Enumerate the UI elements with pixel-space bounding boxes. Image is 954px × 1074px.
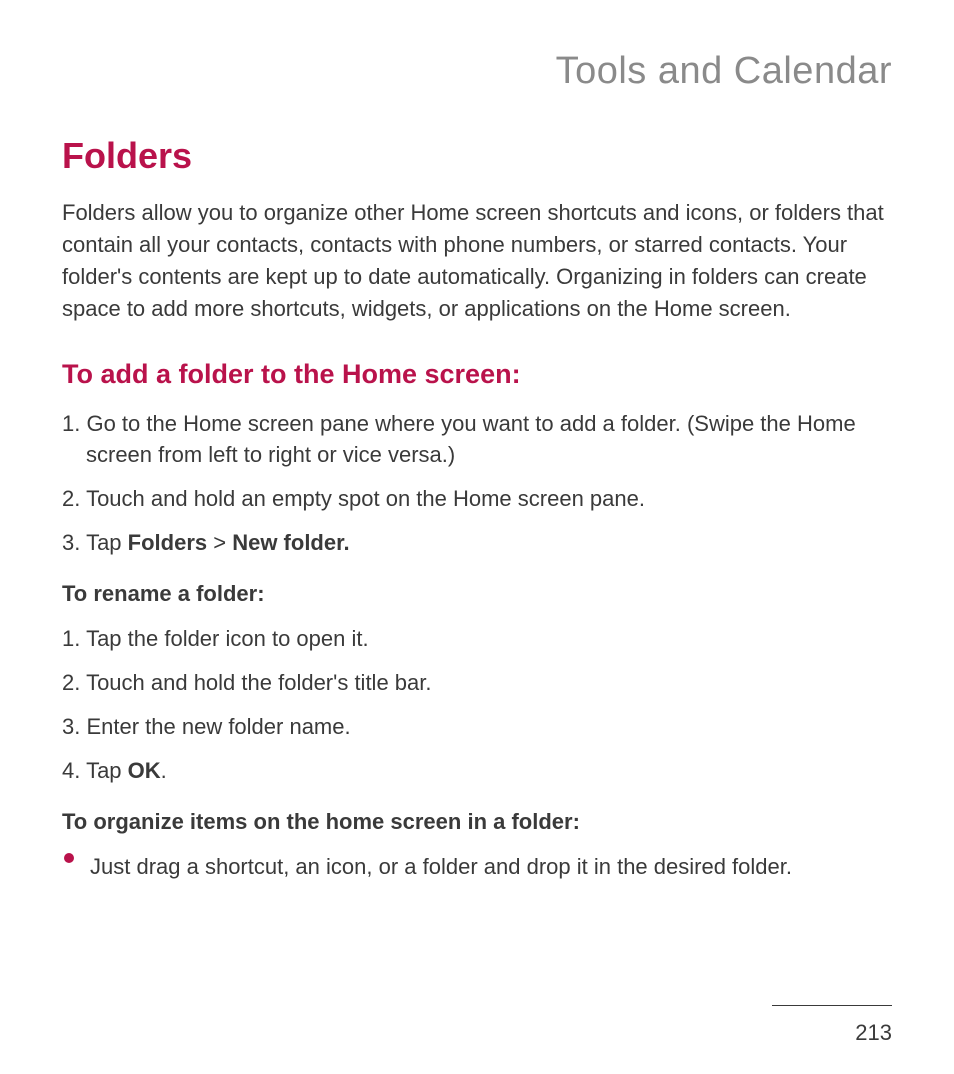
rename-step-2: 2. Touch and hold the folder's title bar…	[62, 667, 892, 699]
rename-step-3: 3. Enter the new folder name.	[62, 711, 892, 743]
add-step-3-mid: >	[207, 530, 232, 555]
rename-step-4: 4. Tap OK.	[62, 755, 892, 787]
rename-step-4-post: .	[161, 758, 167, 783]
rename-step-1: 1. Tap the folder icon to open it.	[62, 623, 892, 655]
rename-step-4-ok: OK	[128, 758, 161, 783]
organize-bullet-text: Just drag a shortcut, an icon, or a fold…	[90, 854, 792, 879]
organize-bullet: Just drag a shortcut, an icon, or a fold…	[62, 851, 892, 883]
page-footer: 213	[772, 1005, 892, 1046]
rename-step-4-pre: 4. Tap	[62, 758, 128, 783]
add-step-3: 3. Tap Folders > New folder.	[62, 527, 892, 559]
intro-paragraph: Folders allow you to organize other Home…	[62, 197, 892, 325]
bullet-icon	[64, 853, 74, 863]
subsection-add-folder: To add a folder to the Home screen:	[62, 359, 892, 390]
rename-heading: To rename a folder:	[62, 581, 892, 607]
add-step-3-folders: Folders	[128, 530, 207, 555]
add-step-2: 2. Touch and hold an empty spot on the H…	[62, 483, 892, 515]
add-step-3-pre: 3. Tap	[62, 530, 128, 555]
footer-rule	[772, 1005, 892, 1006]
section-title-folders: Folders	[62, 135, 892, 177]
page-number: 213	[772, 1020, 892, 1046]
chapter-title: Tools and Calendar	[62, 50, 892, 93]
add-step-1: 1. Go to the Home screen pane where you …	[62, 408, 892, 472]
organize-heading: To organize items on the home screen in …	[62, 809, 892, 835]
add-step-3-newfolder: New folder.	[232, 530, 349, 555]
